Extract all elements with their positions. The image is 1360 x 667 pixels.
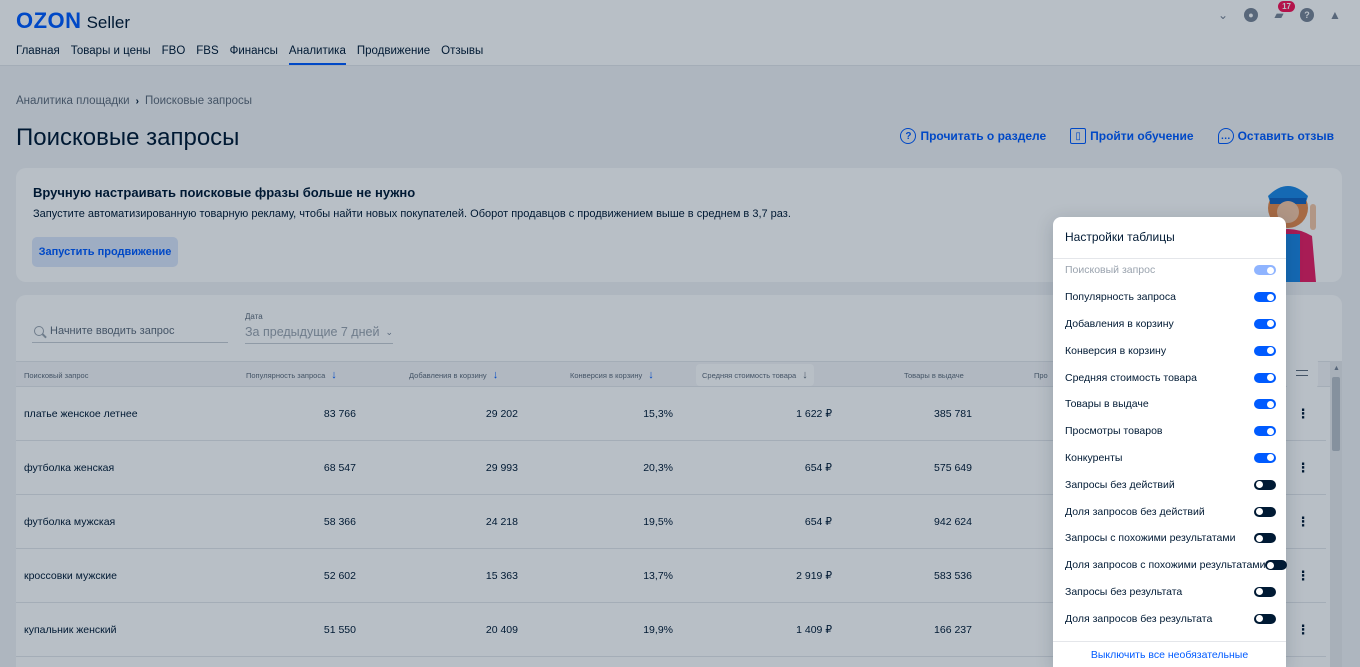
settings-item-label: Просмотры товаров	[1065, 425, 1163, 438]
toggle-knob	[1267, 454, 1274, 462]
settings-list: Поисковый запрос Популярность запроса Доба…	[1053, 257, 1288, 632]
disable-optional-button[interactable]: Выключить все необязательные	[1053, 641, 1286, 667]
settings-item: Поисковый запрос	[1053, 257, 1286, 284]
toggle-knob	[1267, 266, 1274, 274]
settings-title: Настройки таблицы	[1065, 230, 1175, 244]
settings-item[interactable]: Конкуренты	[1053, 445, 1286, 472]
table-settings-dropdown: Настройки таблицы Поисковый запрос Популя…	[1053, 217, 1288, 667]
toggle-switch[interactable]	[1254, 452, 1276, 463]
toggle-switch[interactable]	[1254, 292, 1276, 303]
settings-item[interactable]: Добавления в корзину	[1053, 311, 1286, 338]
settings-item-label: Запросы без результата	[1065, 585, 1183, 598]
toggle-switch[interactable]	[1254, 345, 1276, 356]
toggle-switch[interactable]	[1254, 479, 1276, 490]
settings-item-label: Доля запросов без действий	[1065, 505, 1205, 518]
toggle-knob	[1267, 293, 1274, 301]
settings-item[interactable]: Товары в выдаче	[1053, 391, 1286, 418]
settings-item[interactable]: Доля запросов с похожими результатами	[1053, 552, 1288, 579]
settings-item-label: Доля запросов без результата	[1065, 612, 1213, 625]
settings-item[interactable]: Просмотры товаров	[1053, 418, 1286, 445]
toggle-switch[interactable]	[1254, 318, 1276, 329]
toggle-knob	[1256, 481, 1263, 489]
toggle-switch[interactable]	[1254, 586, 1276, 597]
settings-item[interactable]: Запросы без результата	[1053, 579, 1286, 606]
toggle-knob	[1267, 347, 1274, 355]
settings-item-label: Популярность запроса	[1065, 291, 1176, 304]
toggle-knob	[1267, 374, 1274, 382]
settings-item-label: Запросы с похожими результатами	[1065, 532, 1236, 545]
toggle-switch[interactable]	[1254, 613, 1276, 624]
toggle-knob	[1256, 508, 1263, 516]
toggle-knob	[1256, 615, 1263, 623]
settings-item[interactable]: Средняя стоимость товара	[1053, 364, 1286, 391]
settings-item-label: Поисковый запрос	[1065, 264, 1156, 277]
settings-item-label: Конверсия в корзину	[1065, 344, 1167, 357]
settings-item[interactable]: Запросы без действий	[1053, 471, 1286, 498]
settings-item[interactable]: Запросы с похожими результатами	[1053, 525, 1286, 552]
toggle-switch[interactable]	[1254, 426, 1276, 437]
toggle-switch[interactable]	[1254, 372, 1276, 383]
toggle-knob	[1256, 588, 1263, 596]
settings-item[interactable]: Конверсия в корзину	[1053, 337, 1286, 364]
settings-item[interactable]: Популярность запроса	[1053, 284, 1286, 311]
toggle-knob	[1267, 427, 1274, 435]
settings-item[interactable]: Доля запросов без результата	[1053, 605, 1286, 632]
settings-item-label: Добавления в корзину	[1065, 317, 1174, 330]
settings-item-label: Товары в выдаче	[1065, 398, 1149, 411]
toggle-knob	[1267, 400, 1274, 408]
toggle-knob	[1256, 534, 1263, 542]
settings-item-label: Запросы без действий	[1065, 478, 1175, 491]
toggle-switch[interactable]	[1254, 506, 1276, 517]
toggle-knob	[1267, 561, 1275, 569]
settings-item-label: Доля запросов с похожими результатами	[1065, 559, 1266, 572]
toggle-switch	[1254, 265, 1276, 276]
toggle-switch[interactable]	[1254, 533, 1276, 544]
settings-item[interactable]: Доля запросов без действий	[1053, 498, 1286, 525]
settings-item-label: Средняя стоимость товара	[1065, 371, 1197, 384]
toggle-knob	[1267, 320, 1274, 328]
settings-item-label: Конкуренты	[1065, 451, 1123, 464]
toggle-switch[interactable]	[1254, 399, 1276, 410]
toggle-switch[interactable]	[1265, 560, 1288, 571]
